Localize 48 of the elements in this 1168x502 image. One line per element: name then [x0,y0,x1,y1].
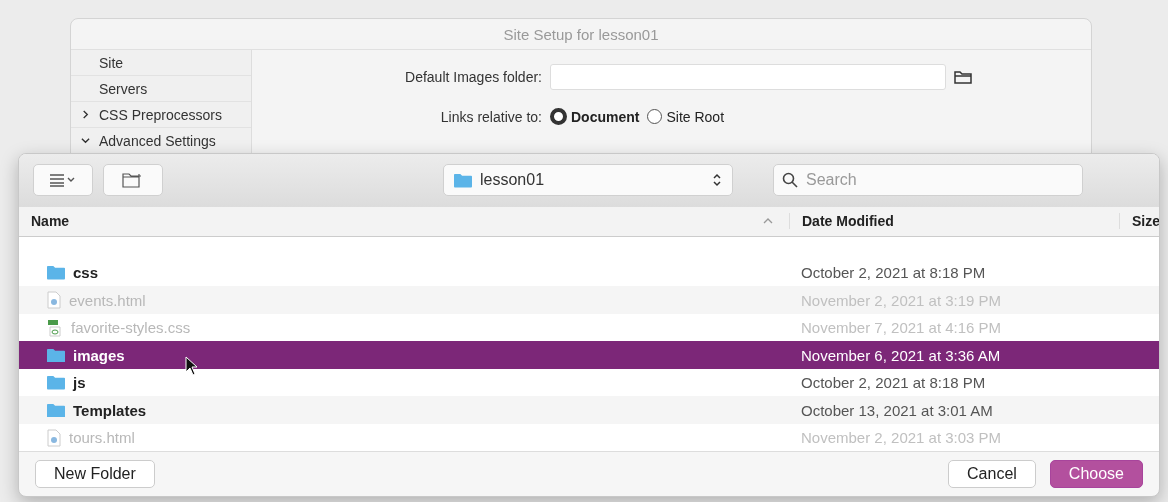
column-header[interactable]: Name [19,213,789,230]
column-header[interactable]: Date Modified [789,213,1119,230]
new-folder-icon [122,172,144,189]
html-file-icon [47,291,61,310]
view-menu-button[interactable] [33,164,93,197]
file-name: js [19,374,789,392]
new-folder-icon-button[interactable] [103,164,163,197]
file-name: favorite-styles.css [19,318,789,337]
images-folder-field[interactable] [550,64,946,90]
file-row[interactable]: Templates October 13, 2021 at 3:01 AM [19,396,1159,424]
search-field[interactable]: Search [773,164,1083,197]
field-label: Default Images folder: [404,69,542,85]
date-modified: October 13, 2021 at 3:01 AM [800,401,994,419]
cancel-button[interactable]: Cancel [948,460,1036,489]
date-modified: November 6, 2021 at 3:36 AM [800,346,1002,364]
list-view-icon [49,173,77,188]
pointer-icon [185,356,199,376]
sidebar-item[interactable]: CSS Preprocessors [71,102,251,128]
file-name: events.html [19,291,789,310]
css-file-icon [47,318,63,337]
up-down-arrows-icon [712,172,722,189]
folder-icon [47,265,65,280]
date-modified: October 2, 2021 at 8:18 PM [800,264,987,282]
search-icon [782,172,798,189]
field-label: Links relative to: [439,108,542,125]
date-modified: November 2, 2021 at 3:03 PM [800,429,1003,447]
html-file-icon [47,428,61,447]
radio-option[interactable]: Site Root [647,108,725,125]
sort-caret-icon [763,218,773,225]
file-name: css [19,264,789,282]
sidebar-item[interactable]: Servers [71,76,251,102]
file-name: tours.html [19,428,789,447]
folder-icon[interactable] [954,70,972,84]
radio-option[interactable]: Document [550,108,640,125]
folder-icon [454,173,472,188]
folder-icon [47,375,65,390]
sidebar-item[interactable]: Site [71,50,251,76]
location-dropdown[interactable]: lesson01 [443,164,733,197]
file-name: Templates [19,401,789,419]
date-modified: November 7, 2021 at 4:16 PM [800,319,1003,337]
file-row[interactable]: images November 6, 2021 at 3:36 AM [19,341,1159,369]
folder-icon [47,402,65,418]
folder-icon [47,347,65,363]
new-folder-button[interactable]: New Folder [35,460,155,489]
file-name: images [19,346,789,364]
choose-button[interactable]: Choose [1049,460,1143,489]
date-modified: October 2, 2021 at 8:18 PM [800,374,987,392]
column-header[interactable]: Size [1119,213,1159,230]
